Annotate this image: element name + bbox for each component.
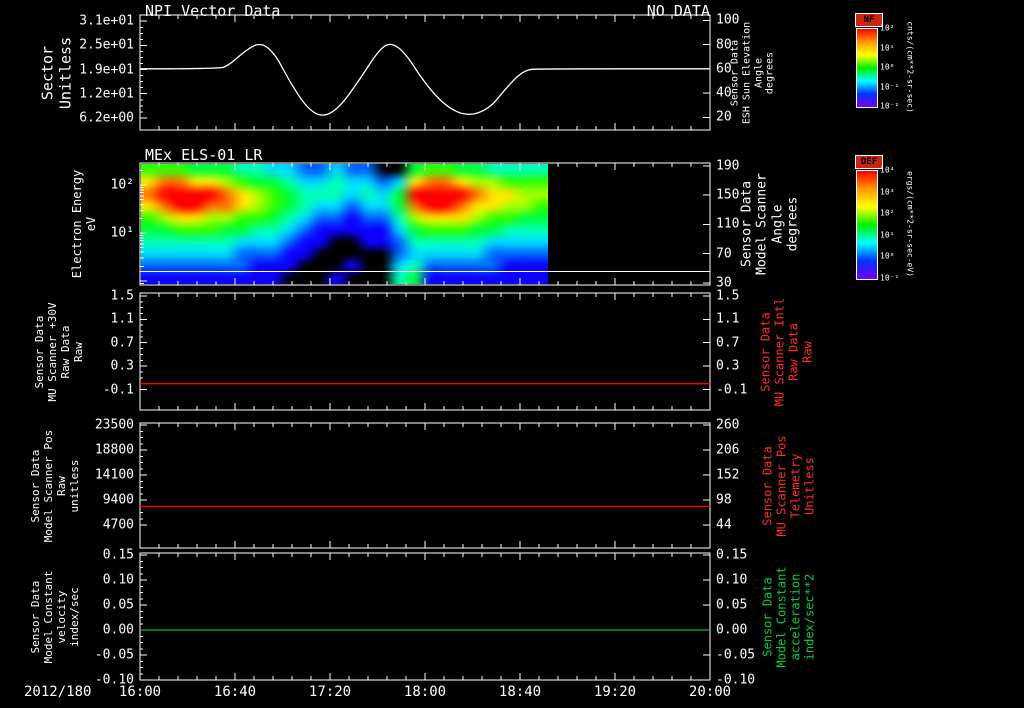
- y-tick-label-right: 0.00: [716, 622, 748, 638]
- colorbar-tick-label: 10¹: [880, 43, 895, 52]
- y-axis-label-right-mu-scanner-30v: Sensor Data MU Scanner Intl Raw Data Raw: [758, 297, 816, 406]
- y-tick-label-right: 190: [716, 158, 740, 174]
- y-tick-label-right: 44: [716, 517, 732, 533]
- y-tick-label-right: 152: [716, 467, 740, 483]
- colorbar-tick-label: 10⁻²: [880, 101, 900, 111]
- y-axis-label-left-npi-vector-data: Sector Unitless: [38, 36, 74, 109]
- y-tick-label-right: 260: [716, 417, 740, 433]
- y-tick-label-right: 98: [716, 492, 732, 508]
- x-tick-label: 16:40: [213, 684, 257, 700]
- plot-window: NPI Vector Data NO DATA MEx ELS-01 LR 20…: [0, 0, 1024, 708]
- plot-svg: [139, 14, 711, 681]
- y-tick-label-right: 0.15: [716, 547, 748, 563]
- x-tick-label: 19:20: [593, 684, 637, 700]
- y-tick-label-right: 0.7: [716, 335, 740, 351]
- colorbar-tick-label: 10⁴: [880, 165, 895, 175]
- y-tick-label-left: 3.1e+01: [79, 13, 134, 29]
- panel-frame-model-scanner-pos: [139, 422, 711, 549]
- colorbar-tick-label: 10²: [880, 23, 895, 33]
- y-tick-label-left: 0.15: [102, 547, 134, 563]
- colorbar-tick-label: 10³: [880, 187, 895, 197]
- panel-frame-npi-vector-data: [139, 14, 711, 131]
- panel-frame-mu-scanner-30v: [139, 292, 711, 411]
- y-tick-label-left: 1.5: [110, 288, 134, 304]
- x-tick-label: 20:00: [688, 684, 732, 700]
- y-axis-label-right-model-constant-velocity: Sensor Data Model Constant acceleration …: [760, 565, 818, 668]
- y-tick-label-left: 6.2e+00: [79, 110, 134, 126]
- x-tick-label: 16:00: [118, 684, 162, 700]
- y-axis-label-right-npi-vector-data: Sensor Data ESH Sun Elevation Angle degr…: [729, 21, 776, 124]
- y-tick-label-right: 206: [716, 442, 740, 458]
- y-axis-label-left-mu-scanner-30v: Sensor Data MU Scanner +30V Raw Data Raw: [33, 301, 85, 402]
- y-tick-label-right: 0.05: [716, 597, 748, 613]
- colorbar-tick-label: 10⁰: [880, 62, 895, 72]
- y-tick-label-right: 1.5: [716, 288, 740, 304]
- y-tick-label-right: 0.10: [716, 572, 748, 588]
- panel-frame-mex-els-01-lr: [139, 162, 711, 286]
- colorbar-tick-label: 10⁻¹: [880, 273, 900, 283]
- y-tick-label-right: -0.05: [716, 647, 756, 663]
- y-axis-label-left-model-constant-velocity: Sensor Data Model Constant velocity inde…: [29, 570, 81, 663]
- x-tick-label: 17:20: [308, 684, 352, 700]
- y-axis-label-left-mex-els-01-lr: Electron Energy eV: [69, 169, 98, 279]
- y-tick-label-right: 1.1: [716, 311, 740, 327]
- colorbar-tick-label: 10⁰: [880, 251, 895, 261]
- y-axis-label-left-model-scanner-pos: Sensor Data Model Scanner Pos Raw unitle…: [29, 429, 81, 542]
- x-tick-label: 18:00: [403, 684, 447, 700]
- series-sector-curve: [139, 43, 710, 116]
- y-axis-label-right-mex-els-01-lr: Sensor Data Model Scanner Angle degrees: [739, 173, 801, 275]
- colorbar-tick-label: 10⁻¹: [880, 82, 900, 91]
- y-tick-label-right: 0.3: [716, 358, 740, 374]
- colorbar-tick-label: 10¹: [880, 230, 895, 240]
- y-tick-label-right: -0.1: [716, 382, 748, 398]
- colorbar-tick-label: 10²: [880, 208, 895, 218]
- panel-frame-model-constant-velocity: [139, 552, 711, 681]
- y-axis-label-right-model-scanner-pos: Sensor Data MU Scanner Pos Telemetry Uni…: [760, 434, 818, 537]
- x-tick-label: 18:40: [498, 684, 542, 700]
